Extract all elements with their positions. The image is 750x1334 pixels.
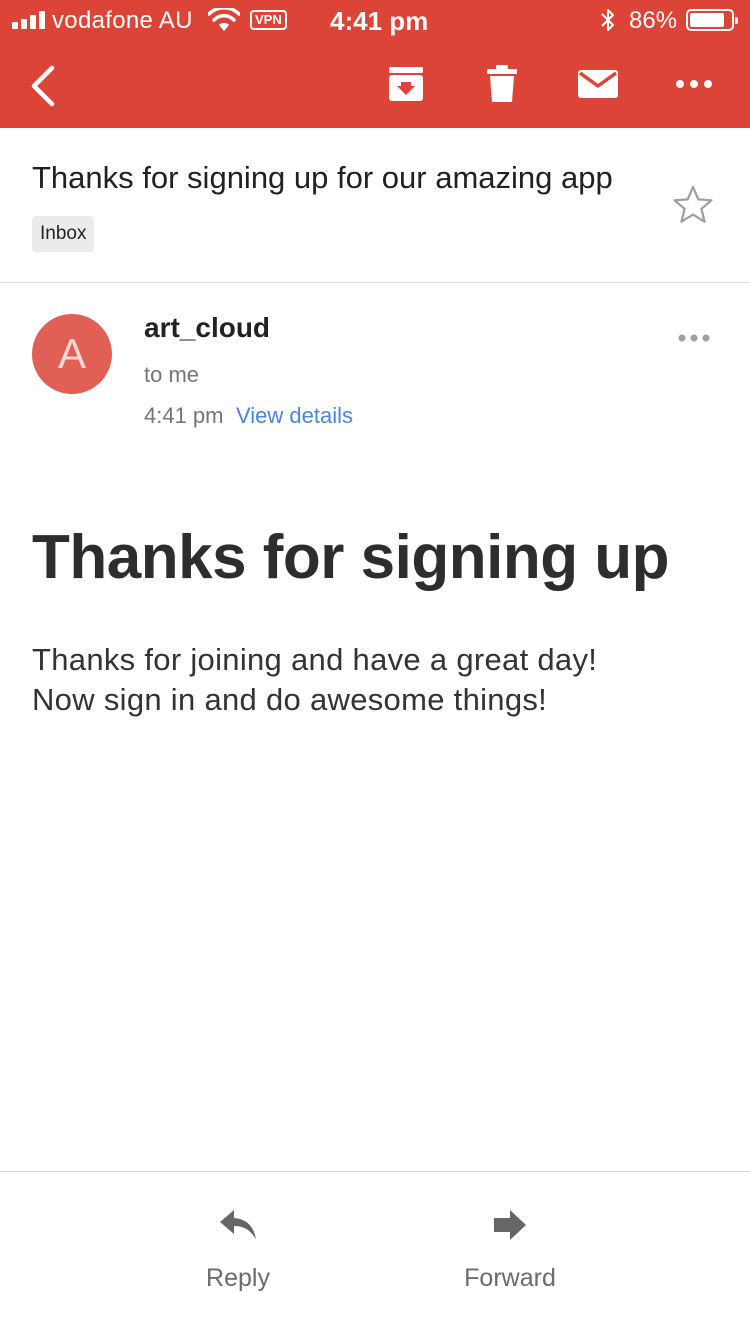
reply-label: Reply: [206, 1264, 270, 1292]
recipient-text: to me: [144, 362, 200, 387]
battery-percent: 86%: [629, 7, 678, 34]
email-subject: Thanks for signing up for our amazing ap…: [32, 160, 613, 195]
divider: [0, 1171, 750, 1172]
forward-button[interactable]: Forward: [430, 1208, 590, 1293]
email-headline: Thanks for signing up: [32, 523, 670, 592]
reply-button[interactable]: Reply: [158, 1208, 318, 1293]
avatar[interactable]: A: [32, 314, 112, 394]
bluetooth-icon: [601, 9, 614, 31]
app-header: vodafone AU VPN 4:41 pm 86%: [0, 0, 750, 128]
status-bar: vodafone AU VPN 4:41 pm 86%: [0, 0, 750, 40]
back-icon[interactable]: [26, 64, 62, 108]
email-body: Thanks for joining and have a great day!…: [32, 640, 597, 720]
battery-icon: [686, 9, 738, 31]
forward-label: Forward: [464, 1264, 556, 1292]
forward-icon: [494, 1210, 526, 1240]
toolbar: [0, 40, 750, 128]
sender-name[interactable]: art_cloud: [144, 312, 270, 344]
status-time: 4:41 pm: [330, 6, 429, 36]
more-icon[interactable]: [674, 64, 714, 104]
view-details-link[interactable]: View details: [236, 403, 353, 429]
vpn-badge: VPN: [250, 10, 287, 30]
message-time: 4:41 pm: [144, 403, 224, 428]
message-more-icon[interactable]: [674, 326, 714, 350]
mail-icon[interactable]: [576, 64, 620, 104]
star-icon[interactable]: [672, 184, 714, 226]
archive-icon[interactable]: [386, 64, 426, 104]
wifi-icon: [208, 8, 240, 31]
divider: [0, 282, 750, 283]
body-line: Thanks for joining and have a great day!: [32, 642, 598, 677]
inbox-label[interactable]: Inbox: [32, 216, 95, 252]
reply-icon: [220, 1210, 256, 1239]
body-line: Now sign in and do awesome things!: [32, 682, 548, 717]
trash-icon[interactable]: [484, 64, 520, 104]
signal-icon: [12, 11, 46, 29]
carrier-name: vodafone AU: [52, 7, 193, 34]
